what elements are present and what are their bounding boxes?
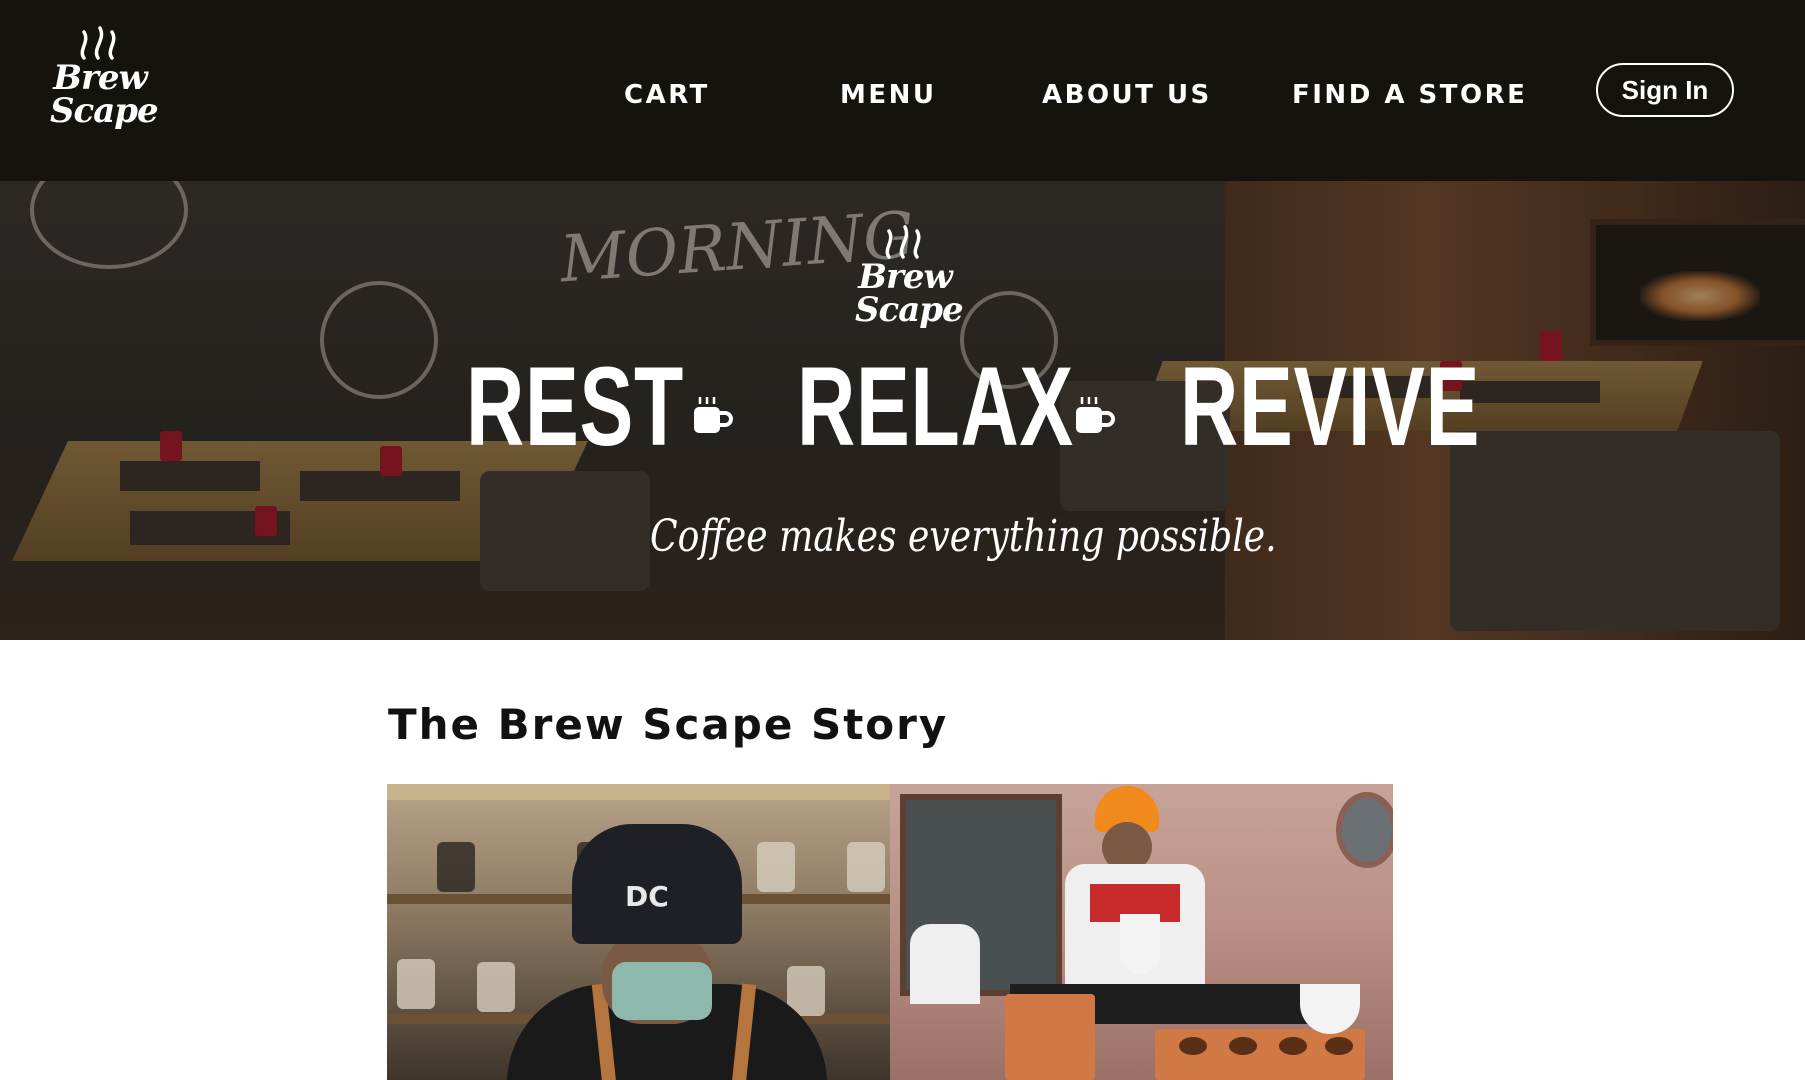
coffee-cup-icon [1076,397,1115,433]
page: Brew Scape CART MENU ABOUT US FIND A STO… [0,0,1805,1080]
stand-hole [1325,1037,1353,1055]
top-navbar: Brew Scape CART MENU ABOUT US FIND A STO… [0,0,1805,181]
photo-ceiling [387,784,890,800]
hero-banner: MORNING Brew Scape REST RELAX REVIVE Cof… [0,181,1805,640]
brand-wordmark-line2: Scape [50,91,159,131]
photo-jar [437,842,475,892]
hero-tagline: Coffee makes everything possible. [650,511,1277,562]
stand-hole [1229,1037,1257,1055]
photo-porthole [1336,792,1393,868]
cap-logo: DC [625,880,669,913]
nav-find-a-store-link[interactable]: FIND A STORE [1292,80,1527,110]
brand-logo[interactable]: Brew Scape [50,22,159,142]
steam-icon [885,225,921,259]
nav-cart-link[interactable]: CART [624,80,710,110]
steam-icon [80,26,116,60]
photo-jar [397,959,435,1009]
hero-word-rest: REST [466,344,684,469]
nav-about-us-link[interactable]: ABOUT US [1042,80,1212,110]
sign-in-button[interactable]: Sign In [1596,63,1734,117]
face-mask [612,962,712,1020]
hero-logo: Brew Scape [855,221,964,330]
story-section-title: The Brew Scape Story [388,700,949,749]
photo-jar [477,962,515,1012]
nav-menu-link[interactable]: MENU [840,80,937,110]
white-dripper [1300,984,1360,1034]
stand-hole [1179,1037,1207,1055]
dripper-stand [1155,1029,1365,1080]
photo-jar [757,842,795,892]
barista-cap-photo: DC [387,784,890,1080]
hero-word-revive: REVIVE [1180,344,1481,469]
seated-person [910,924,980,1004]
hero-logo-line2: Scape [855,290,964,330]
coffee-cup-icon [694,397,733,433]
hero-word-relax: RELAX [797,344,1074,469]
photo-jar [847,842,885,892]
coffee-bag [1005,994,1095,1080]
pour-over-dripper [1120,914,1160,974]
barista-pour-over-photo [890,784,1393,1080]
stand-hole [1279,1037,1307,1055]
